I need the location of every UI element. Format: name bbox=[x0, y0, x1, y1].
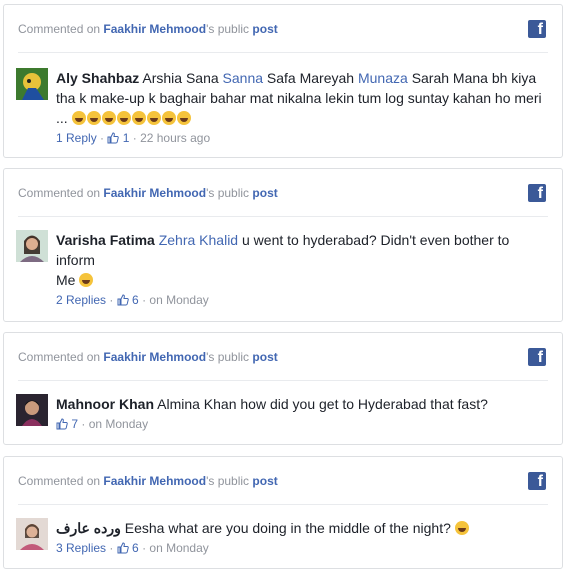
author-name[interactable]: Mahnoor Khan bbox=[56, 396, 154, 412]
comment-text-part: Eesha what are you doing in the middle o… bbox=[124, 520, 451, 536]
comment-body: ورده عارف Eesha what are you doing in th… bbox=[56, 518, 548, 557]
page-link[interactable]: Faakhir Mehmood bbox=[103, 22, 206, 36]
laughing-emoji-icon bbox=[116, 111, 131, 125]
card-header-text: Commented on Faakhir Mehmood's public po… bbox=[18, 22, 278, 36]
replies-link[interactable]: 2 Replies bbox=[56, 293, 106, 307]
mention-tag[interactable]: Sanna bbox=[223, 70, 263, 86]
mention-tag[interactable]: Munaza bbox=[358, 70, 408, 86]
thumbs-up-icon bbox=[56, 418, 68, 430]
like-count[interactable]: 1 bbox=[107, 131, 129, 145]
comment-card-3: Commented on Faakhir Mehmood's public po… bbox=[3, 332, 563, 445]
laughing-emoji-icon bbox=[131, 111, 146, 125]
emoji-group bbox=[71, 110, 192, 126]
card-header-text: Commented on Faakhir Mehmood's public po… bbox=[18, 186, 278, 200]
comment-text-line2: Me bbox=[56, 270, 548, 290]
header-prefix: Commented on bbox=[18, 22, 101, 36]
laughing-emoji-icon bbox=[71, 111, 86, 125]
author-name[interactable]: Aly Shahbaz bbox=[56, 70, 139, 86]
post-link[interactable]: post bbox=[252, 186, 277, 200]
laughing-emoji-icon bbox=[176, 111, 191, 125]
mention-tag[interactable]: Zehra Khalid bbox=[159, 232, 238, 248]
card-header: Commented on Faakhir Mehmood's public po… bbox=[18, 169, 548, 217]
comment-card-1: Commented on Faakhir Mehmood's public po… bbox=[3, 4, 563, 158]
laughing-emoji-icon bbox=[161, 111, 176, 125]
comment-body: Varisha Fatima Zehra Khalid u went to hy… bbox=[56, 230, 548, 309]
comment-text: Mahnoor Khan Almina Khan how did you get… bbox=[56, 394, 548, 414]
header-mid: 's public bbox=[206, 186, 250, 200]
comment-text-part: Safa Mareyah bbox=[266, 70, 355, 86]
laughing-emoji-icon bbox=[454, 521, 469, 535]
like-count[interactable]: 6 bbox=[117, 541, 139, 555]
post-link[interactable]: post bbox=[252, 350, 277, 364]
comment-text: ورده عارف Eesha what are you doing in th… bbox=[56, 518, 548, 538]
timestamp[interactable]: on Monday bbox=[149, 293, 208, 307]
header-prefix: Commented on bbox=[18, 186, 101, 200]
like-count[interactable]: 6 bbox=[117, 293, 139, 307]
facebook-logo-icon[interactable]: f bbox=[528, 348, 546, 366]
timestamp[interactable]: 22 hours ago bbox=[140, 131, 210, 145]
author-name[interactable]: ورده عارف bbox=[56, 520, 121, 536]
timestamp[interactable]: on Monday bbox=[149, 541, 208, 555]
comment-card-4: Commented on Faakhir Mehmood's public po… bbox=[3, 456, 563, 569]
avatar[interactable] bbox=[16, 68, 48, 100]
comment-meta: 7 · on Monday bbox=[56, 415, 548, 433]
card-header-text: Commented on Faakhir Mehmood's public po… bbox=[18, 350, 278, 364]
thumbs-up-icon bbox=[117, 294, 129, 306]
thumbs-up-icon bbox=[117, 542, 129, 554]
timestamp[interactable]: on Monday bbox=[89, 417, 148, 431]
like-count[interactable]: 7 bbox=[56, 417, 78, 431]
comment-text-part: Almina Khan how did you get to Hyderabad… bbox=[157, 396, 488, 412]
avatar[interactable] bbox=[16, 518, 48, 550]
comment-card-2: Commented on Faakhir Mehmood's public po… bbox=[3, 168, 563, 322]
avatar[interactable] bbox=[16, 230, 48, 262]
like-number: 1 bbox=[122, 131, 130, 145]
comment-meta: 1 Reply · 1 · 22 hours ago bbox=[56, 131, 211, 145]
comment-meta: 2 Replies · 6 · on Monday bbox=[56, 293, 209, 307]
like-number: 6 bbox=[132, 541, 139, 555]
like-number: 6 bbox=[132, 293, 139, 307]
laughing-emoji-icon bbox=[146, 111, 161, 125]
comment-text-part: Arshia Sana bbox=[142, 70, 219, 86]
card-header: Commented on Faakhir Mehmood's public po… bbox=[18, 457, 548, 505]
card-header: Commented on Faakhir Mehmood's public po… bbox=[18, 333, 548, 381]
page-link[interactable]: Faakhir Mehmood bbox=[103, 186, 206, 200]
header-mid: 's public bbox=[206, 474, 250, 488]
avatar[interactable] bbox=[16, 394, 48, 426]
page-link[interactable]: Faakhir Mehmood bbox=[103, 350, 206, 364]
comment-body: Mahnoor Khan Almina Khan how did you get… bbox=[56, 394, 548, 433]
facebook-logo-icon[interactable]: f bbox=[528, 20, 546, 38]
author-name[interactable]: Varisha Fatima bbox=[56, 232, 155, 248]
header-prefix: Commented on bbox=[18, 350, 101, 364]
comment-meta: 3 Replies · 6 · on Monday bbox=[56, 541, 209, 555]
replies-link[interactable]: 3 Replies bbox=[56, 541, 106, 555]
post-link[interactable]: post bbox=[252, 474, 277, 488]
comment-text: Aly Shahbaz Arshia Sana Sanna Safa Marey… bbox=[56, 68, 548, 128]
header-mid: 's public bbox=[206, 22, 250, 36]
header-mid: 's public bbox=[206, 350, 250, 364]
laughing-emoji-icon bbox=[86, 111, 101, 125]
comment-text-part: Me bbox=[56, 272, 76, 288]
thumbs-up-icon bbox=[107, 132, 120, 144]
like-number: 7 bbox=[71, 417, 79, 431]
smirk-emoji-icon bbox=[79, 273, 94, 287]
header-prefix: Commented on bbox=[18, 474, 101, 488]
replies-link[interactable]: 1 Reply bbox=[56, 131, 97, 145]
comment-text: Varisha Fatima Zehra Khalid u went to hy… bbox=[56, 230, 548, 270]
comment-body: Aly Shahbaz Arshia Sana Sanna Safa Marey… bbox=[56, 68, 548, 147]
card-header: Commented on Faakhir Mehmood's public po… bbox=[18, 5, 548, 53]
facebook-logo-icon[interactable]: f bbox=[528, 472, 546, 490]
card-header-text: Commented on Faakhir Mehmood's public po… bbox=[18, 474, 278, 488]
laughing-emoji-icon bbox=[101, 111, 116, 125]
facebook-logo-icon[interactable]: f bbox=[528, 184, 546, 202]
post-link[interactable]: post bbox=[252, 22, 277, 36]
page-link[interactable]: Faakhir Mehmood bbox=[103, 474, 206, 488]
